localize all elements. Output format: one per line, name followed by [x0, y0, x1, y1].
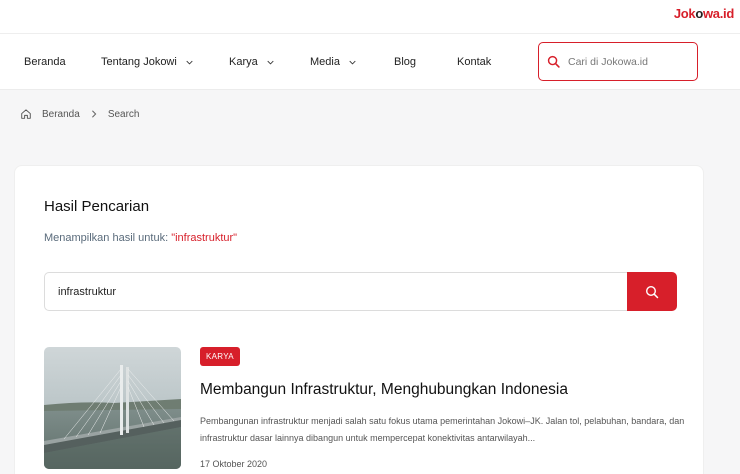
- chevron-down-icon: [349, 60, 356, 65]
- nav-item-tentang-jokowi[interactable]: Tentang Jokowi: [101, 56, 193, 68]
- chevron-right-icon: [91, 110, 97, 118]
- nav-item-blog[interactable]: Blog: [394, 56, 416, 68]
- header-search[interactable]: [538, 42, 698, 81]
- breadcrumb-home[interactable]: Beranda: [42, 109, 80, 120]
- search-icon: [547, 55, 560, 68]
- top-bar: Jokowa.id: [0, 0, 740, 34]
- results-summary: Menampilkan hasil untuk: "infrastruktur": [44, 232, 237, 244]
- search-button[interactable]: [627, 272, 677, 311]
- search-input[interactable]: infrastruktur: [44, 272, 628, 311]
- result-title[interactable]: Membangun Infrastruktur, Menghubungkan I…: [200, 381, 568, 399]
- nav-item-label: Karya: [229, 56, 258, 68]
- nav-item-label: Media: [310, 56, 340, 68]
- nav-item-beranda[interactable]: Beranda: [24, 56, 66, 68]
- home-icon[interactable]: [20, 108, 32, 120]
- breadcrumb: Beranda Search: [20, 108, 140, 120]
- nav-item-media[interactable]: Media: [310, 56, 356, 68]
- results-summary-prefix: Menampilkan hasil untuk:: [44, 232, 172, 244]
- page-title: Hasil Pencarian: [44, 198, 150, 215]
- search-form: infrastruktur: [44, 272, 677, 311]
- nav-item-label: Kontak: [457, 56, 492, 68]
- nav-item-label: Beranda: [24, 56, 66, 68]
- bridge-photo: [44, 347, 181, 469]
- site-logo[interactable]: Jokowa.id: [674, 6, 734, 21]
- search-results-card: Hasil Pencarian Menampilkan hasil untuk:…: [14, 165, 704, 474]
- results-query: "infrastruktur": [171, 232, 238, 244]
- nav-item-label: Blog: [394, 56, 417, 68]
- header-search-input[interactable]: [568, 55, 688, 68]
- result-thumbnail[interactable]: [44, 347, 181, 469]
- nav-item-kontak[interactable]: Kontak: [457, 56, 491, 68]
- chevron-down-icon: [267, 60, 274, 65]
- result-excerpt: Pembangunan infrastruktur menjadi salah …: [200, 416, 685, 443]
- main-navigation: Beranda Tentang Jokowi Karya Media Blog …: [0, 34, 740, 90]
- breadcrumb-current: Search: [107, 108, 140, 120]
- category-badge[interactable]: KARYA: [200, 347, 240, 366]
- nav-item-karya[interactable]: Karya: [229, 56, 274, 68]
- chevron-down-icon: [186, 60, 193, 65]
- search-icon: [645, 285, 659, 298]
- nav-item-label: Tentang Jokowi: [101, 56, 177, 68]
- result-date: 17 Oktober 2020: [200, 459, 268, 469]
